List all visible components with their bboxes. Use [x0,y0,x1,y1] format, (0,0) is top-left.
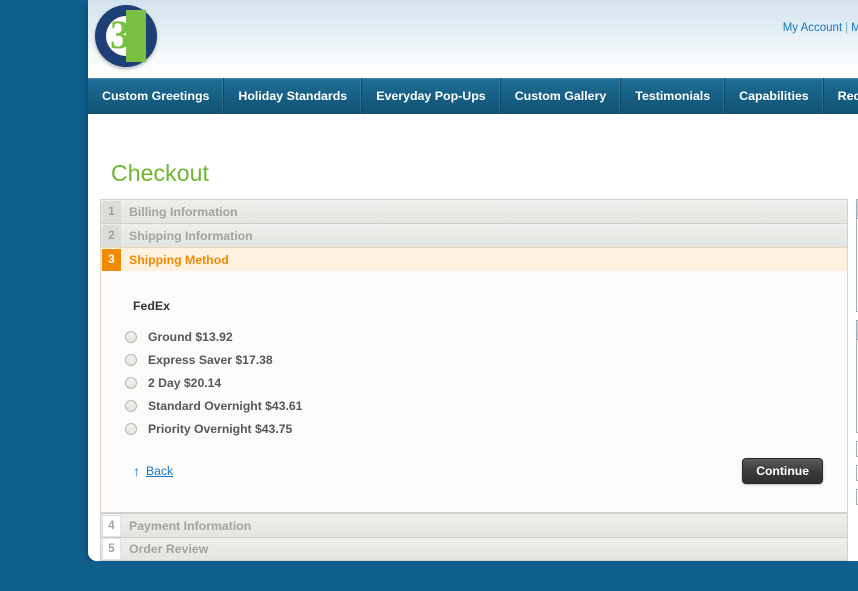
radio-2-day[interactable] [125,376,137,389]
radio-priority-overnight[interactable] [125,422,137,435]
step-number: 1 [102,200,121,223]
site-header: 3 My Account|My C [88,0,858,78]
page-bottom-strip [0,561,858,591]
checkout-step-shipping-information[interactable]: 2 Shipping Information [100,223,848,247]
nav-item-custom-greetings[interactable]: Custom Greetings [88,78,225,114]
site-container: 3 My Account|My C Custom Greetings Holid… [88,0,858,561]
utility-nav: My Account|My C [783,22,858,34]
step-number: 4 [102,514,121,537]
continue-button[interactable]: Continue [742,458,823,484]
company-logo[interactable]: 3 [95,5,157,67]
main-navigation: Custom Greetings Holiday Standards Every… [88,78,858,114]
nav-item-testimonials[interactable]: Testimonials [621,78,726,114]
shipping-option-ground[interactable]: Ground $13.92 [125,325,823,348]
back-link-label: Back [146,464,174,478]
checkout-step-shipping-method[interactable]: 3 Shipping Method [100,247,848,271]
back-link[interactable]: ↑ Back [133,464,173,478]
step-label: Order Review [129,542,209,556]
nav-item-custom-gallery[interactable]: Custom Gallery [501,78,622,114]
shipping-method-panel: FedEx Ground $13.92 Express Saver $17.38… [100,271,848,513]
radio-standard-overnight[interactable] [125,399,137,412]
utility-nav-separator: | [845,22,849,34]
utility-link-my-account[interactable]: My Account [783,22,842,34]
checkout-step-order-review[interactable]: 5 Order Review [100,537,848,561]
shipping-option-priority-overnight[interactable]: Priority Overnight $43.75 [125,417,823,440]
carrier-name: FedEx [133,299,170,313]
page-root: 3 My Account|My C Custom Greetings Holid… [0,0,858,591]
nav-item-everyday-pop-ups[interactable]: Everyday Pop-Ups [362,78,501,114]
nav-item-capabilities[interactable]: Capabilities [725,78,824,114]
shipping-option-label: 2 Day $20.14 [148,375,222,390]
radio-express-saver[interactable] [125,353,137,366]
step-number: 2 [102,224,121,247]
nav-item-request-a-quote[interactable]: Request A Quote [824,78,858,114]
radio-ground[interactable] [125,330,137,343]
checkout-accordion: 1 Billing Information 2 Shipping Informa… [100,199,848,561]
step-label: Shipping Method [129,252,229,267]
shipping-option-label: Priority Overnight $43.75 [148,421,293,436]
step-label: Shipping Information [129,228,253,243]
step-number: 5 [102,538,121,560]
checkout-step-billing-information[interactable]: 1 Billing Information [100,199,848,223]
utility-link-my-cart[interactable]: My C [851,22,858,34]
nav-item-holiday-standards[interactable]: Holiday Standards [224,78,363,114]
shipping-option-2-day[interactable]: 2 Day $20.14 [125,371,823,394]
shipping-method-footer: ↑ Back Continue [125,458,823,486]
shipping-option-label: Standard Overnight $43.61 [148,398,303,413]
step-label: Billing Information [129,204,238,219]
step-number: 3 [102,248,121,271]
shipping-option-express-saver[interactable]: Express Saver $17.38 [125,348,823,371]
step-label: Payment Information [129,518,252,533]
logo-glyph: 3 [110,12,130,57]
content-area: Checkout 1 Billing Information 2 Shippin… [88,114,858,561]
page-title: Checkout [111,160,209,186]
shipping-option-standard-overnight[interactable]: Standard Overnight $43.61 [125,394,823,417]
shipping-option-label: Ground $13.92 [148,329,233,344]
shipping-option-label: Express Saver $17.38 [148,352,273,367]
checkout-step-payment-information[interactable]: 4 Payment Information [100,513,848,537]
arrow-up-icon: ↑ [133,463,140,479]
